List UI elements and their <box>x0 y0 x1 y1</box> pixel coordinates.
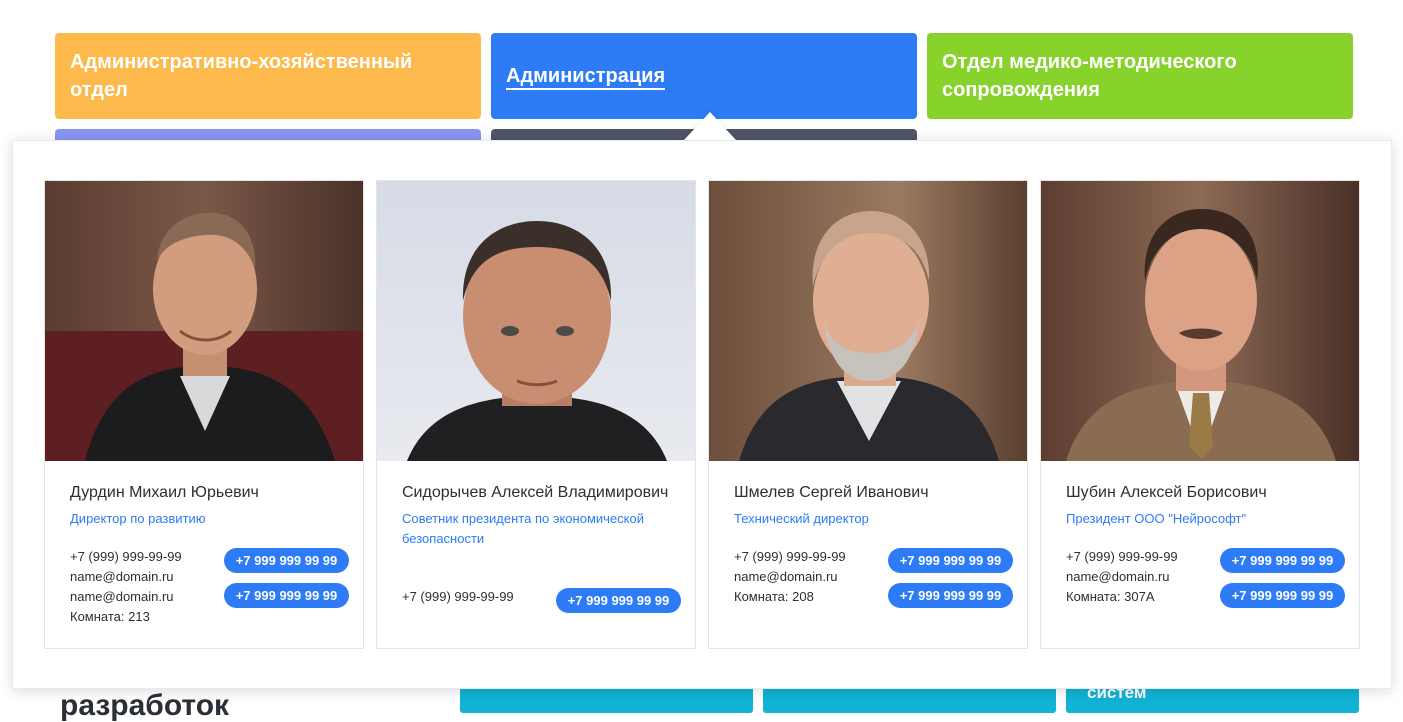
staff-phone: +7 (999) 999-99-99 <box>70 549 182 564</box>
call-button[interactable]: +7 999 999 99 99 <box>224 583 349 608</box>
popup-pointer-arrow <box>684 112 736 140</box>
staff-phone: +7 (999) 999-99-99 <box>1066 549 1178 564</box>
staff-photo <box>1041 181 1359 461</box>
staff-role: Советник президента по экономической без… <box>402 511 644 546</box>
call-button[interactable]: +7 999 999 99 99 <box>888 583 1013 608</box>
staff-room: Комната: 213 <box>70 609 150 624</box>
staff-email[interactable]: name@domain.ru <box>70 567 182 587</box>
staff-contacts: +7 (999) 999-99-99 name@domain.ru Комнат… <box>1066 547 1178 607</box>
staff-name: Сидорычев Алексей Владимирович <box>402 484 669 501</box>
staff-role: Директор по развитию <box>70 511 206 526</box>
staff-photo <box>45 181 363 461</box>
department-tile-admin[interactable]: Администрация <box>491 33 917 119</box>
call-button[interactable]: +7 999 999 99 99 <box>224 548 349 573</box>
staff-role: Технический директор <box>734 511 869 526</box>
call-button[interactable]: +7 999 999 99 99 <box>1220 548 1345 573</box>
staff-card: Дурдин Михаил Юрьевич Директор по развит… <box>44 180 364 649</box>
department-tile-med[interactable]: Отдел медико-методического сопровождения <box>927 33 1353 119</box>
staff-photo <box>709 181 1027 461</box>
staff-photo <box>377 181 695 461</box>
call-button[interactable]: +7 999 999 99 99 <box>556 588 681 613</box>
call-button[interactable]: +7 999 999 99 99 <box>888 548 1013 573</box>
section-title: разработок <box>60 689 230 722</box>
staff-name: Шубин Алексей Борисович <box>1066 484 1267 501</box>
call-button[interactable]: +7 999 999 99 99 <box>1220 583 1345 608</box>
staff-email[interactable]: name@domain.ru <box>1066 567 1178 587</box>
staff-card: Шмелев Сергей Иванович Технический дирек… <box>708 180 1028 649</box>
staff-contacts: +7 (999) 999-99-99 <box>402 587 514 607</box>
staff-contacts: +7 (999) 999-99-99 name@domain.ru name@d… <box>70 547 182 627</box>
staff-role: Президент ООО "Нейрософт" <box>1066 511 1247 526</box>
page: Административно-хозяйственный отдел Адми… <box>0 0 1403 722</box>
department-tile-ahz-label: Административно-хозяйственный отдел <box>70 51 413 101</box>
staff-card: Шубин Алексей Борисович Президент ООО "Н… <box>1040 180 1360 649</box>
staff-email[interactable]: name@domain.ru <box>734 567 846 587</box>
phone-buttons: +7 999 999 99 99 +7 999 999 99 99 <box>1220 548 1345 618</box>
phone-buttons: +7 999 999 99 99 +7 999 999 99 99 <box>224 548 349 618</box>
department-tile-med-label: Отдел медико-методического сопровождения <box>942 51 1237 101</box>
staff-name: Дурдин Михаил Юрьевич <box>70 484 259 501</box>
staff-name: Шмелев Сергей Иванович <box>734 484 929 501</box>
phone-buttons: +7 999 999 99 99 <box>556 588 681 623</box>
phone-buttons: +7 999 999 99 99 +7 999 999 99 99 <box>888 548 1013 618</box>
staff-phone: +7 (999) 999-99-99 <box>402 589 514 604</box>
staff-room: Комната: 307А <box>1066 589 1155 604</box>
staff-phone: +7 (999) 999-99-99 <box>734 549 846 564</box>
staff-contacts: +7 (999) 999-99-99 name@domain.ru Комнат… <box>734 547 846 607</box>
staff-room: Комната: 208 <box>734 589 814 604</box>
staff-card: Сидорычев Алексей Владимирович Советник … <box>376 180 696 649</box>
staff-email[interactable]: name@domain.ru <box>70 587 182 607</box>
department-tile-ahz[interactable]: Административно-хозяйственный отдел <box>55 33 481 119</box>
department-tile-admin-label: Администрация <box>506 65 666 90</box>
